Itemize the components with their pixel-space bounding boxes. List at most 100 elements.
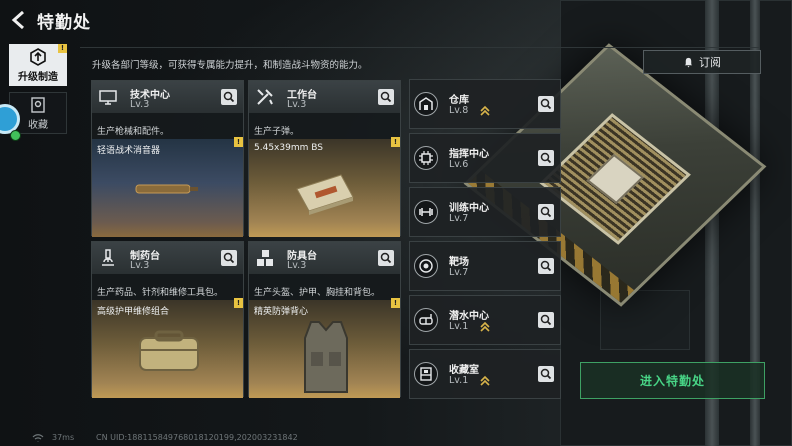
microscope-icon <box>102 249 114 266</box>
inspect-button[interactable] <box>538 204 554 220</box>
enter-special-ops-button[interactable]: 进入特勤处 <box>580 362 765 399</box>
search-icon <box>380 252 392 264</box>
facility-level: Lv.7 <box>449 267 469 278</box>
warehouse-icon <box>419 97 433 110</box>
collection-icon <box>31 96 45 113</box>
facility-level: Lv.1 <box>449 321 469 332</box>
alert-badge: ! <box>234 137 243 147</box>
ping-readout: 37ms <box>52 433 75 442</box>
page-title: 特勤处 <box>37 13 91 33</box>
inspect-button[interactable] <box>378 89 394 105</box>
facility-name: 仓库 <box>449 95 469 106</box>
alert-badge: ! <box>391 298 400 308</box>
craft-slot[interactable]: 轻语战术消音器 <box>92 139 243 237</box>
top-bar: 特勤处 <box>0 0 792 42</box>
inspect-button[interactable] <box>221 250 237 266</box>
craft-item-name: 高级护甲维修组合 <box>97 307 170 317</box>
upgrade-arrow-icon <box>480 321 490 332</box>
search-icon <box>540 152 552 164</box>
alert-badge: ! <box>391 137 400 147</box>
search-icon <box>540 368 552 380</box>
subscribe-label: 订阅 <box>699 56 721 69</box>
upgrade-arrow-icon <box>480 105 490 116</box>
search-icon <box>540 98 552 110</box>
facility-name: 靶场 <box>449 257 469 268</box>
inspect-button[interactable] <box>538 258 554 274</box>
department-description: 生产药品、针剂和维修工具包。 <box>97 288 224 298</box>
craft-item-name: 轻语战术消音器 <box>97 146 161 156</box>
craft-slot[interactable]: 5.45x39mm BS <box>249 139 400 237</box>
diving-mask-icon <box>419 314 433 325</box>
tab-upgrade-craft[interactable]: 升级制造 ! <box>9 44 67 86</box>
facility-name: 潜水中心 <box>449 311 489 322</box>
facility-card-shooting-range[interactable]: 靶场 Lv.7 <box>409 241 561 291</box>
inspect-button[interactable] <box>538 96 554 112</box>
page-description: 升级各部门等级，可获得专属能力提升，和制造战斗物资的能力。 <box>92 60 368 71</box>
tools-icon <box>257 89 273 105</box>
facility-name: 收藏室 <box>449 365 479 376</box>
facility-card-collection-room[interactable]: 收藏室 Lv.1 <box>409 349 561 399</box>
tab-label: 收藏 <box>28 119 48 131</box>
card-header: 制药台 Lv.3 <box>92 242 243 274</box>
dumbbell-icon <box>419 208 433 216</box>
upgrade-icon <box>30 47 46 66</box>
cubes-icon <box>257 250 273 266</box>
icon-ring <box>414 254 438 278</box>
department-level: Lv.3 <box>287 99 307 110</box>
facility-level: Lv.7 <box>449 213 469 224</box>
inspect-button[interactable] <box>378 250 394 266</box>
department-description: 生产枪械和配件。 <box>97 127 170 137</box>
icon-ring <box>414 92 438 116</box>
icon-ring <box>414 362 438 386</box>
target-icon <box>419 259 433 273</box>
craft-item-name: 5.45x39mm BS <box>254 143 323 153</box>
craft-item-name: 精英防弹背心 <box>254 307 309 317</box>
icon-ring <box>414 308 438 332</box>
department-description: 生产头盔、护甲、胸挂和背包。 <box>254 288 381 298</box>
inspect-button[interactable] <box>221 89 237 105</box>
department-card-workbench[interactable]: 工作台 Lv.3 生产子弹。 5.45x39mm BS ! <box>248 80 401 237</box>
department-level: Lv.3 <box>287 260 307 271</box>
inspect-button[interactable] <box>538 312 554 328</box>
upgrade-arrow-icon <box>480 375 490 386</box>
inspect-button[interactable] <box>538 150 554 166</box>
alert-badge: ! <box>234 298 243 308</box>
facility-card-warehouse[interactable]: 仓库 Lv.8 <box>409 79 561 129</box>
facility-card-diving-center[interactable]: 潜水中心 Lv.1 <box>409 295 561 345</box>
check-icon <box>10 130 21 141</box>
uid-readout: CN UID:18811584976801812019​9,2020032318… <box>96 433 298 442</box>
alert-badge: ! <box>58 44 67 53</box>
back-button[interactable] <box>8 9 30 31</box>
back-arrow-icon <box>11 10 24 30</box>
wifi-icon <box>32 434 44 442</box>
suppressor-icon <box>135 184 198 194</box>
ammo-box-icon <box>296 174 354 215</box>
craft-slot[interactable]: 高级护甲维修组合 <box>92 300 243 398</box>
department-card-tech-center[interactable]: 技术中心 Lv.3 生产枪械和配件。 轻语战术消音器 ! <box>91 80 244 237</box>
department-level: Lv.3 <box>130 260 150 271</box>
craft-slot[interactable]: 精英防弹背心 <box>249 300 400 398</box>
department-description: 生产子弹。 <box>254 127 300 137</box>
tab-label: 升级制造 <box>18 71 58 83</box>
search-icon <box>223 252 235 264</box>
search-icon <box>380 91 392 103</box>
icon-ring <box>414 146 438 170</box>
inspect-button[interactable] <box>538 366 554 382</box>
display-case-icon <box>420 367 432 381</box>
card-header: 工作台 Lv.3 <box>249 81 400 113</box>
status-footer: 37ms CN UID:18811584976801812019​9,20200… <box>0 431 792 446</box>
search-icon <box>540 260 552 272</box>
facility-level: Lv.8 <box>449 105 469 116</box>
card-header: 防具台 Lv.3 <box>249 242 400 274</box>
department-card-armor[interactable]: 防具台 Lv.3 生产头盔、护甲、胸挂和背包。 精英防弹背心 ! <box>248 241 401 398</box>
vest-icon <box>304 321 348 393</box>
department-card-pharmacy[interactable]: 制药台 Lv.3 生产药品、针剂和维修工具包。 高级护甲维修组合 ! <box>91 241 244 398</box>
subscribe-button[interactable]: 订阅 <box>643 50 761 74</box>
monitor-icon <box>99 90 117 105</box>
facility-level: Lv.1 <box>449 375 469 386</box>
facility-card-command-center[interactable]: 指挥中心 Lv.6 <box>409 133 561 183</box>
repair-kit-icon <box>139 330 199 371</box>
card-header: 技术中心 Lv.3 <box>92 81 243 113</box>
facility-card-training-center[interactable]: 训练中心 Lv.7 <box>409 187 561 237</box>
search-icon <box>223 91 235 103</box>
